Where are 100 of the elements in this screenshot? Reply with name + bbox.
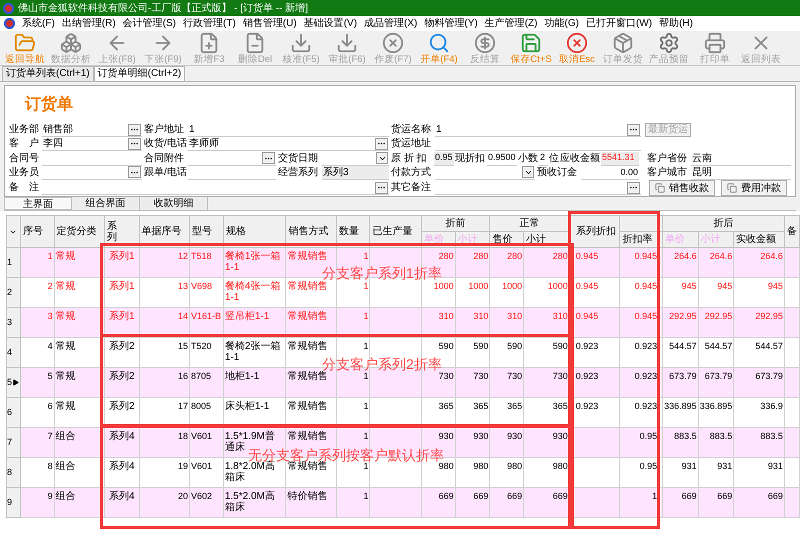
menu-item[interactable]: 功能(G) — [544, 16, 579, 31]
column-header[interactable]: 实收金额 — [734, 232, 784, 248]
field-label: 货运地址 — [391, 137, 432, 152]
table-cell: 9 — [20, 488, 54, 518]
input-field[interactable]: 昆明 — [691, 166, 791, 180]
column-header[interactable]: 序号 — [20, 216, 54, 248]
printer-icon — [704, 32, 726, 54]
browse-button[interactable] — [375, 182, 388, 194]
row-header[interactable]: 9 — [6, 488, 20, 518]
input-field[interactable]: 云南 — [691, 152, 791, 166]
input-field[interactable]: 李四 — [42, 137, 142, 152]
field-label: 现折扣 — [455, 152, 486, 166]
cancel-icon — [566, 32, 588, 54]
field-label: 备 注 — [9, 181, 40, 195]
table-cell: 669 — [698, 488, 734, 518]
tab[interactable]: 组合界面 — [72, 197, 140, 210]
action-button[interactable]: 费用冲款 — [721, 180, 787, 196]
field-label: 收货/电话 — [144, 137, 186, 152]
browse-button[interactable] — [262, 152, 275, 164]
row-header[interactable]: 1 — [6, 248, 20, 278]
row-header[interactable]: 5 — [6, 368, 20, 398]
table-cell: 1.5*2.0M高箱床 — [223, 488, 286, 518]
copy-icon — [655, 183, 665, 193]
menu-item[interactable]: 生产管理(Z) — [484, 16, 538, 31]
form-title: 订货单 — [24, 94, 74, 115]
action-button[interactable]: 销售收款 — [649, 180, 715, 196]
menu-item[interactable]: 系统(F) — [22, 16, 55, 31]
table-cell: V602 — [189, 488, 224, 518]
folder-icon — [14, 32, 36, 54]
input-field[interactable] — [435, 181, 641, 195]
field-label: 货运名称 — [391, 123, 432, 138]
input-field[interactable]: 系列3 — [322, 166, 389, 180]
window-title: 佛山市金狐软件科技有限公司-工厂版【正式版】 - [订货单 -- 新增] — [18, 2, 308, 16]
download-icon — [290, 32, 312, 54]
app-icon — [3, 2, 14, 14]
menu-item[interactable]: 基础设置(V) — [304, 16, 358, 31]
save-icon — [520, 32, 542, 54]
settings-icon — [658, 32, 680, 54]
menu-item[interactable]: 出纳管理(R) — [62, 16, 116, 31]
row-header[interactable]: 8 — [6, 458, 20, 488]
menu-item[interactable]: 物料管理(Y) — [424, 16, 478, 31]
app-icon — [4, 18, 15, 29]
menu-item[interactable]: 已打开窗口(W) — [586, 16, 652, 31]
field-label: 客户地址 — [144, 123, 185, 138]
row-header[interactable]: 6 — [6, 398, 20, 428]
row-header[interactable]: 4 — [6, 338, 20, 368]
column-header[interactable]: 系列折扣 — [569, 216, 620, 248]
menu-item[interactable]: 会计管理(S) — [122, 16, 176, 31]
tab[interactable]: 订货单明细(Ctrl+2) — [94, 66, 186, 81]
field-label: 交货日期 — [278, 152, 319, 166]
input-field[interactable]: 销售部 — [42, 123, 142, 138]
row-header[interactable]: 3 — [6, 308, 20, 338]
input-field[interactable]: 1 — [435, 123, 641, 138]
input-field[interactable] — [322, 152, 389, 166]
file-plus-icon — [198, 32, 220, 54]
browse-button[interactable] — [627, 182, 640, 194]
field-label: 位 — [549, 152, 559, 166]
file-minus-icon — [244, 32, 266, 54]
dropdown-button[interactable] — [522, 166, 534, 178]
tab[interactable]: 收款明细 — [140, 197, 208, 210]
row-header[interactable]: 2 — [6, 278, 20, 308]
input-field[interactable] — [435, 166, 535, 180]
input-field[interactable] — [42, 181, 389, 195]
input-field[interactable] — [188, 152, 276, 166]
menu-item[interactable]: 成品管理(X) — [364, 16, 418, 31]
input-field[interactable]: 0.00 — [581, 166, 639, 180]
browse-button[interactable] — [128, 138, 141, 150]
input-field[interactable]: 0.95 — [434, 152, 454, 166]
table-cell: 1 — [620, 488, 663, 518]
browse-button[interactable] — [128, 166, 141, 178]
menu-item[interactable]: 销售管理(U) — [242, 16, 297, 31]
input-field[interactable]: 0.9500 — [487, 152, 517, 166]
column-header[interactable]: 备 — [784, 216, 800, 248]
table-cell: 20 — [139, 488, 190, 518]
field-label: 合同附件 — [144, 152, 185, 166]
input-field[interactable] — [42, 166, 142, 180]
browse-button[interactable] — [627, 124, 640, 136]
menu-item[interactable]: 帮助(H) — [659, 16, 693, 31]
browse-button[interactable] — [375, 138, 388, 150]
field-label: 客户城市 — [647, 166, 688, 180]
dollar-icon — [474, 32, 496, 54]
input-field[interactable]: 1 — [188, 123, 389, 138]
tab[interactable]: 主界面 — [4, 197, 72, 210]
table-cell: 669 — [734, 488, 784, 518]
input-field[interactable]: 李师师 — [188, 137, 389, 152]
input-field[interactable]: 2 — [539, 152, 548, 166]
field-label: 付款方式 — [391, 166, 432, 180]
menu-item[interactable]: 行政管理(T) — [183, 16, 236, 31]
column-header[interactable]: 定货分类 — [54, 216, 104, 248]
row-header[interactable]: 7 — [6, 428, 20, 458]
table-cell: 669 — [455, 488, 490, 518]
column-group-header: 折前 — [421, 216, 490, 232]
field-label: 预收订金 — [537, 166, 578, 180]
tab[interactable]: 订货单列表(Ctrl+1) — [2, 66, 94, 81]
table-cell: 669 — [662, 488, 698, 518]
dropdown-button[interactable] — [376, 152, 388, 164]
field-label: 业务部 — [9, 123, 40, 138]
browse-button[interactable] — [128, 124, 141, 136]
table-cell: 669 — [421, 488, 456, 518]
table-cell: 组合 — [54, 488, 104, 518]
